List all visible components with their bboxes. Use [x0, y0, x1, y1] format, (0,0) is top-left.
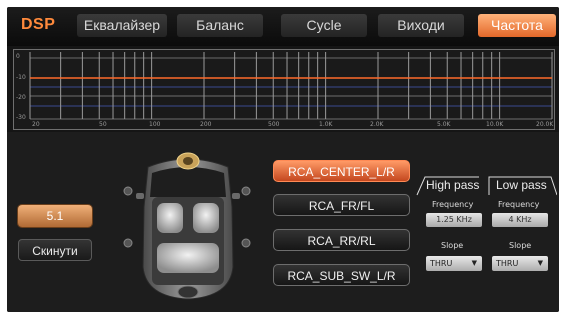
x-tick-label: 20 [32, 121, 40, 128]
low-pass-title: Low pass [496, 178, 547, 192]
windshield [150, 167, 226, 197]
top-bar: DSP Еквалайзер Баланс Cycle Виходи Часто… [7, 7, 559, 46]
frequency-response-graph: 0 -10 -20 -30 20 50 100 200 500 1.0K 2.0… [13, 49, 555, 130]
car-seating-diagram [123, 152, 251, 300]
dropdown-arrow-icon: ▼ [471, 259, 477, 267]
speaker-front-right-icon[interactable] [241, 186, 251, 196]
frequency-graph-canvas [29, 52, 553, 120]
low-pass-frequency-label: Frequency [498, 200, 540, 209]
tab-cycle[interactable]: Cycle [281, 14, 367, 37]
x-tick-label: 50 [99, 121, 107, 128]
high-pass-slope-value: THRU [430, 259, 453, 268]
high-pass-title: High pass [426, 178, 480, 192]
channel-rca-front-button[interactable]: RCA_FR/FL [273, 194, 410, 216]
channel-rca-rear-button[interactable]: RCA_RR/RL [273, 229, 410, 251]
x-tick-label: 100 [149, 121, 161, 128]
mirror-left [136, 193, 144, 199]
channel-rca-center-button[interactable]: RCA_CENTER_L/R [273, 160, 410, 182]
y-tick-label: 0 [16, 53, 20, 60]
seat-front-right [193, 203, 219, 233]
y-tick-label: -20 [16, 94, 26, 101]
speaker-rear-right-icon[interactable] [241, 238, 251, 248]
dropdown-arrow-icon: ▼ [537, 259, 543, 267]
tab-equalizer[interactable]: Еквалайзер [77, 14, 167, 37]
tab-outputs[interactable]: Виходи [378, 14, 464, 37]
high-pass-frequency-label: Frequency [432, 200, 474, 209]
tab-frequency[interactable]: Частота [478, 14, 556, 37]
y-tick-label: -30 [16, 114, 26, 121]
low-pass-frequency-value[interactable]: 4 KHz [492, 213, 548, 227]
center-speaker-icon[interactable] [176, 152, 200, 170]
x-tick-label: 500 [268, 121, 280, 128]
channel-rca-sub-button[interactable]: RCA_SUB_SW_L/R [273, 264, 410, 286]
low-pass-slope-label: Slope [509, 241, 532, 250]
low-pass-slope-select[interactable]: THRU ▼ [492, 256, 548, 271]
preset-5-1-button[interactable]: 5.1 [18, 205, 92, 227]
mirror-right [232, 193, 240, 199]
vertical-grid [29, 52, 553, 119]
dsp-logo: DSP [21, 16, 56, 33]
x-tick-label: 5.0K [437, 121, 451, 128]
subwoofer-icon[interactable] [177, 285, 199, 299]
x-tick-label: 20.0K [536, 121, 554, 128]
y-tick-label: -10 [16, 74, 26, 81]
seat-front-left [157, 203, 183, 233]
x-tick-label: 1.0K [319, 121, 333, 128]
x-tick-label: 200 [200, 121, 212, 128]
dsp-app-window: DSP Еквалайзер Баланс Cycle Виходи Часто… [7, 7, 559, 312]
high-pass-slope-select[interactable]: THRU ▼ [426, 256, 482, 271]
seat-rear-bench [157, 243, 219, 273]
x-tick-label: 2.0K [370, 121, 384, 128]
speaker-rear-left-icon[interactable] [123, 238, 133, 248]
speaker-front-left-icon[interactable] [123, 186, 133, 196]
x-tick-label: 10.0K [486, 121, 504, 128]
low-pass-slope-value: THRU [496, 259, 519, 268]
tab-balance[interactable]: Баланс [177, 14, 263, 37]
reset-button[interactable]: Скинути [18, 239, 92, 261]
high-pass-frequency-value[interactable]: 1.25 KHz [426, 213, 482, 227]
high-pass-slope-label: Slope [441, 241, 464, 250]
